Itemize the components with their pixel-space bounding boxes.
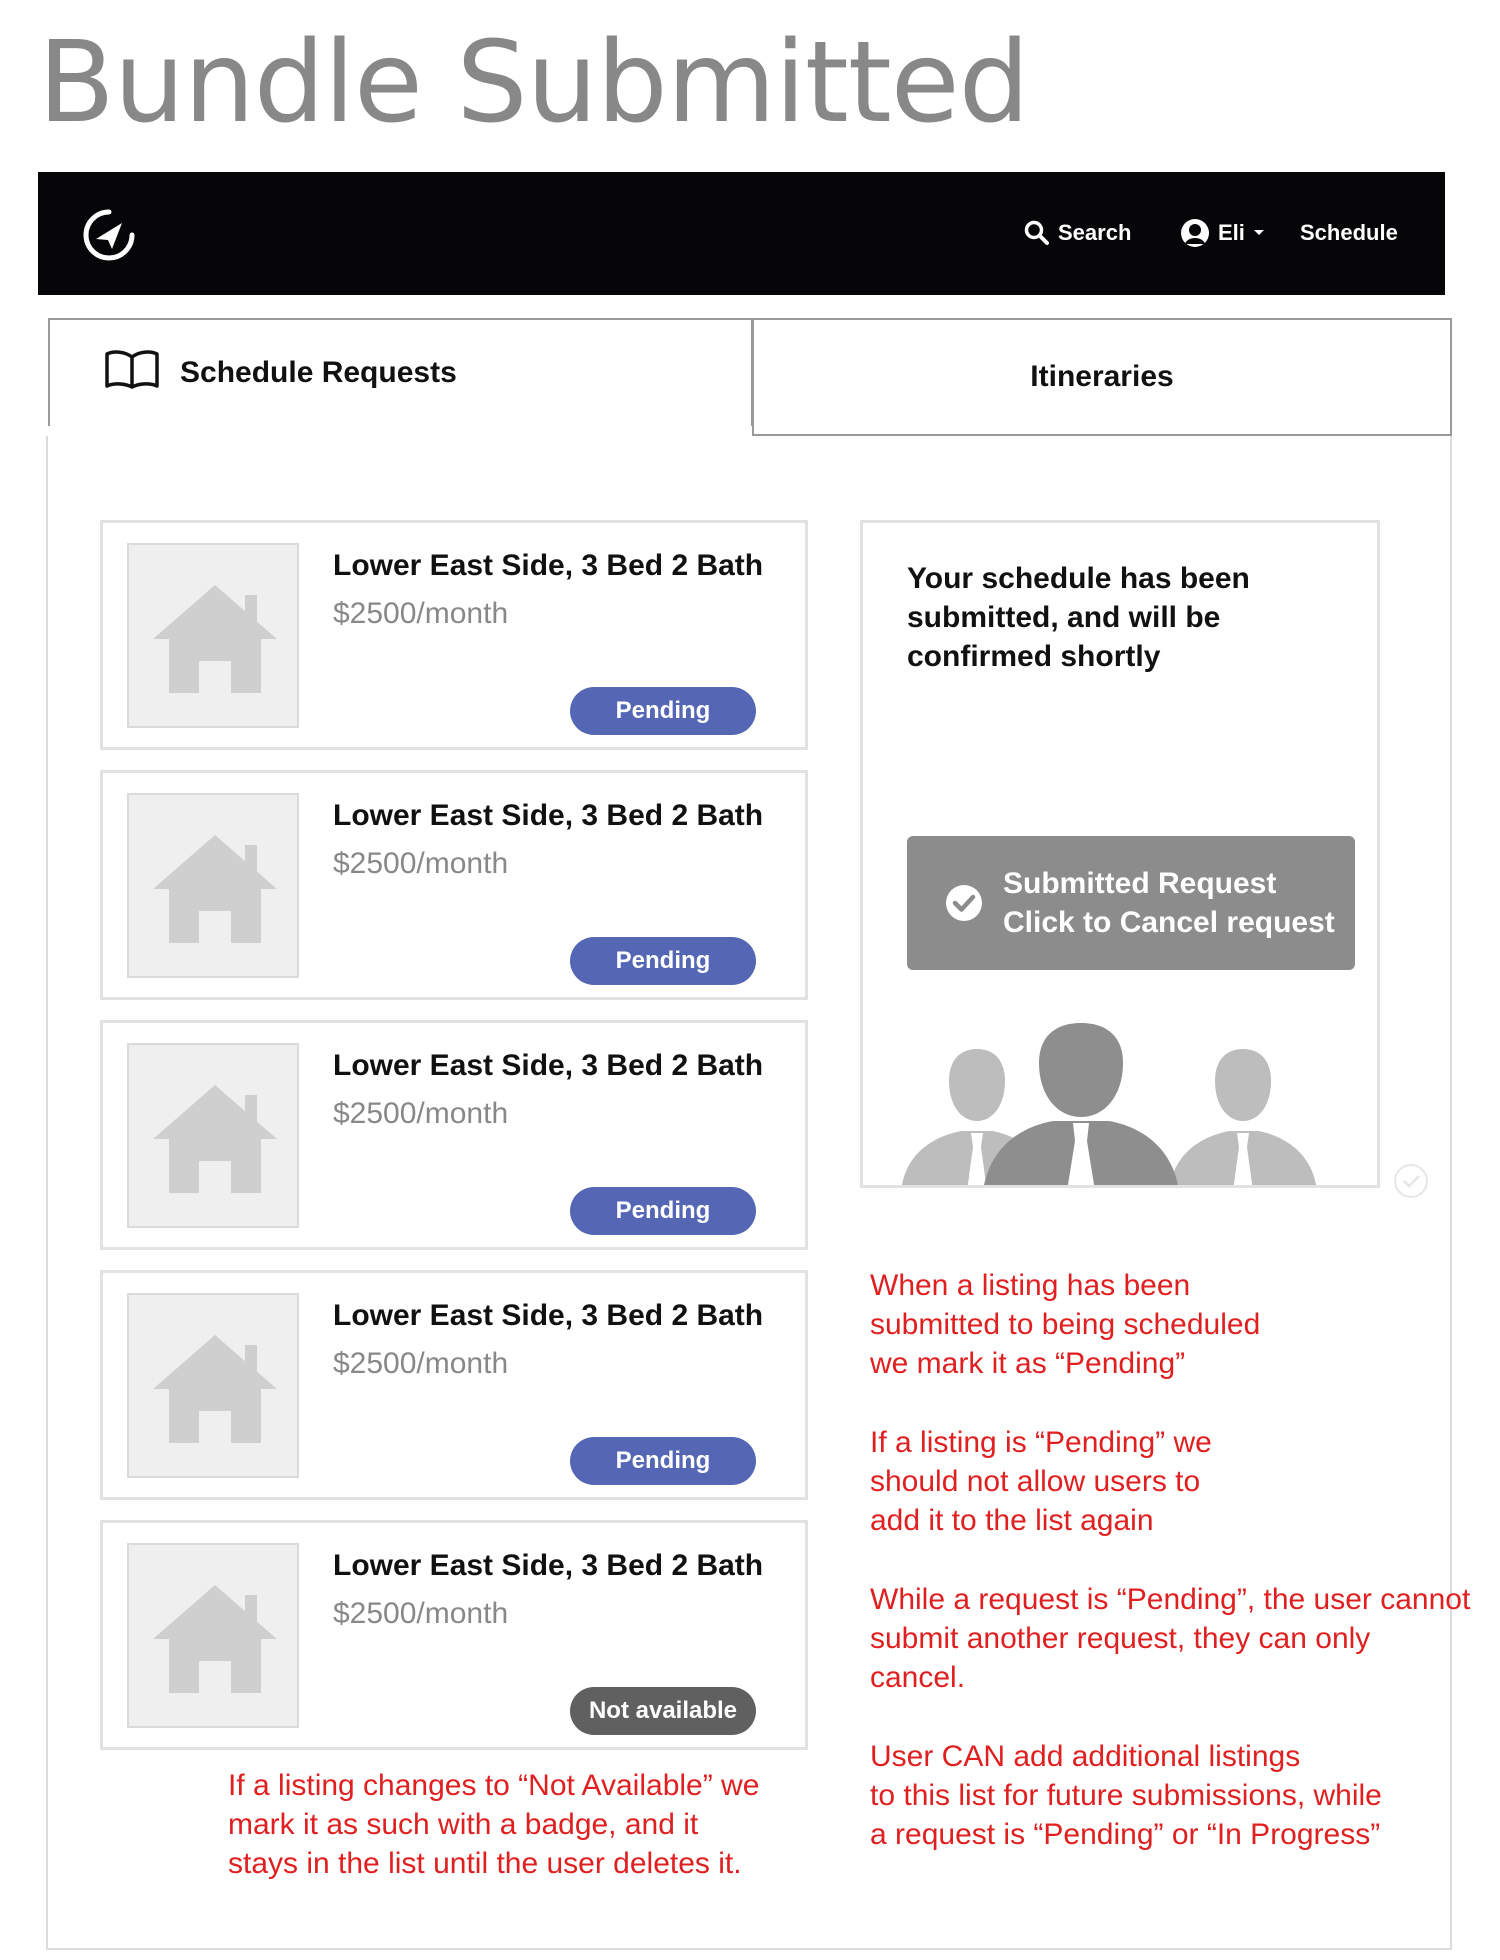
listing-card[interactable]: Lower East Side, 3 Bed 2 Bath $2500/mont… xyxy=(100,1520,808,1750)
annotation-line: stays in the list until the user deletes… xyxy=(228,1847,742,1880)
annotation-line: submit another request, they can only xyxy=(870,1622,1371,1655)
tab-itineraries-label: Itineraries xyxy=(1030,360,1174,393)
annotation-line: While a request is “Pending”, the user c… xyxy=(870,1583,1471,1616)
listing-thumbnail xyxy=(127,793,299,978)
top-navbar: Search Eli Schedule xyxy=(38,172,1445,295)
confirmation-line: submitted, and will be xyxy=(907,601,1221,634)
tab-itineraries[interactable]: Itineraries xyxy=(752,318,1452,436)
group-people-icon xyxy=(901,1023,1321,1185)
cancel-button-line2: Click to Cancel request xyxy=(1003,906,1335,939)
house-icon xyxy=(153,835,277,943)
listing-card[interactable]: Lower East Side, 3 Bed 2 Bath $2500/mont… xyxy=(100,520,808,750)
confirmation-line: Your schedule has been xyxy=(907,562,1250,595)
annotation-line: submitted to being scheduled xyxy=(870,1308,1261,1341)
annotation-add-more: User CAN add additional listings to this… xyxy=(870,1737,1382,1854)
check-circle-icon xyxy=(945,884,983,932)
listing-price: $2500/month xyxy=(333,847,509,880)
listing-price: $2500/month xyxy=(333,597,509,630)
listing-thumbnail xyxy=(127,1043,299,1228)
annotation-cancel-only: While a request is “Pending”, the user c… xyxy=(870,1580,1470,1697)
annotation-not-available: If a listing changes to “Not Available” … xyxy=(228,1766,759,1883)
status-badge: Pending xyxy=(570,1437,756,1485)
annotation-line: If a listing is “Pending” we xyxy=(870,1426,1212,1459)
listing-card[interactable]: Lower East Side, 3 Bed 2 Bath $2500/mont… xyxy=(100,770,808,1000)
user-name: Eli xyxy=(1218,220,1245,245)
chevron-down-icon xyxy=(1253,229,1265,237)
confirmation-line: confirmed shortly xyxy=(907,640,1161,673)
house-icon xyxy=(153,1585,277,1693)
annotation-line: add it to the list again xyxy=(870,1504,1154,1537)
listing-price: $2500/month xyxy=(333,1597,509,1630)
annotation-no-readd: If a listing is “Pending” we should not … xyxy=(870,1423,1212,1540)
confirmation-message: Your schedule has been submitted, and wi… xyxy=(907,559,1307,676)
listing-card[interactable]: Lower East Side, 3 Bed 2 Bath $2500/mont… xyxy=(100,1270,808,1500)
tab-schedule-requests[interactable]: Schedule Requests xyxy=(48,318,753,426)
annotation-pending: When a listing has been submitted to bei… xyxy=(870,1266,1260,1383)
cancel-request-button[interactable]: Submitted Request Click to Cancel reques… xyxy=(907,836,1355,970)
status-badge: Pending xyxy=(570,687,756,735)
user-menu-button[interactable]: Eli xyxy=(1180,217,1265,249)
annotation-line: mark it as such with a badge, and it xyxy=(228,1808,699,1841)
status-badge: Pending xyxy=(570,937,756,985)
annotation-line: If a listing changes to “Not Available” … xyxy=(228,1769,760,1802)
schedule-link[interactable]: Schedule xyxy=(1300,217,1398,249)
listing-price: $2500/month xyxy=(333,1097,509,1130)
listing-thumbnail xyxy=(127,543,299,728)
house-icon xyxy=(153,1085,277,1193)
annotation-line: a request is “Pending” or “In Progress” xyxy=(870,1818,1381,1851)
listing-title: Lower East Side, 3 Bed 2 Bath xyxy=(333,1049,764,1082)
listing-price: $2500/month xyxy=(333,1347,509,1380)
house-icon xyxy=(153,585,277,693)
listing-title: Lower East Side, 3 Bed 2 Bath xyxy=(333,799,764,832)
annotation-line: should not allow users to xyxy=(870,1465,1201,1498)
page-title: Bundle Submitted xyxy=(38,18,1030,148)
listing-title: Lower East Side, 3 Bed 2 Bath xyxy=(333,549,764,582)
annotation-line: cancel. xyxy=(870,1661,966,1694)
confirmation-card: Your schedule has been submitted, and wi… xyxy=(860,520,1380,1188)
listing-title: Lower East Side, 3 Bed 2 Bath xyxy=(333,1549,764,1582)
listing-card[interactable]: Lower East Side, 3 Bed 2 Bath $2500/mont… xyxy=(100,1020,808,1250)
status-badge: Not available xyxy=(570,1687,756,1735)
search-icon xyxy=(1024,220,1050,246)
search-button[interactable]: Search xyxy=(1024,217,1131,249)
annotation-line: to this list for future submissions, whi… xyxy=(870,1779,1382,1812)
compass-logo-icon[interactable] xyxy=(82,208,136,262)
listing-thumbnail xyxy=(127,1543,299,1728)
house-icon xyxy=(153,1335,277,1443)
annotation-line: When a listing has been xyxy=(870,1269,1191,1302)
status-badge: Pending xyxy=(570,1187,756,1235)
listing-title: Lower East Side, 3 Bed 2 Bath xyxy=(333,1299,764,1332)
annotation-line: we mark it as “Pending” xyxy=(870,1347,1186,1380)
tab-schedule-requests-label: Schedule Requests xyxy=(180,356,457,389)
listing-thumbnail xyxy=(127,1293,299,1478)
avatar-icon xyxy=(1180,218,1210,248)
check-circle-icon xyxy=(1392,1162,1430,1205)
search-label: Search xyxy=(1058,220,1132,245)
cancel-button-line1: Submitted Request xyxy=(1003,867,1277,900)
open-book-icon xyxy=(104,349,160,397)
annotation-line: User CAN add additional listings xyxy=(870,1740,1301,1773)
